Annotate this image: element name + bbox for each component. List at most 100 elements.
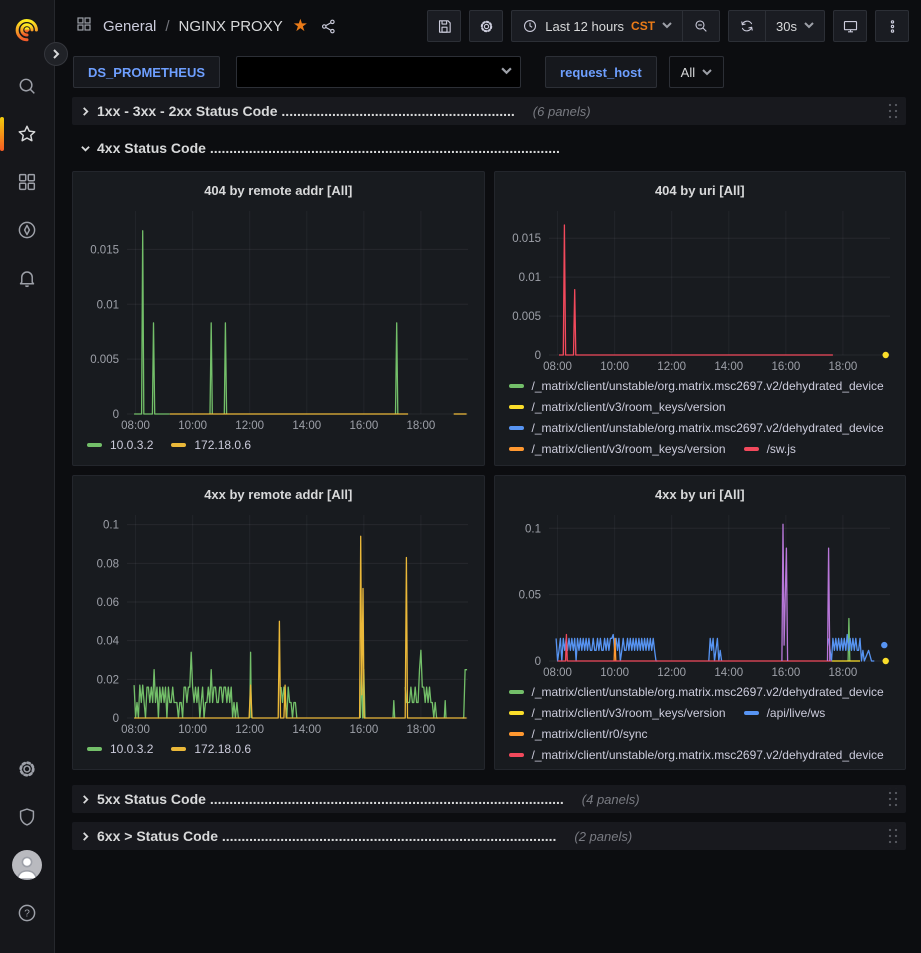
legend-item[interactable]: /_matrix/client/unstable/org.matrix.msc2… [509, 685, 884, 699]
legend-item[interactable]: 10.0.3.2 [87, 742, 153, 756]
panel-title[interactable]: 404 by remote addr [All] [81, 177, 476, 203]
svg-text:0: 0 [113, 409, 119, 421]
sidebar-item-explore[interactable] [7, 210, 47, 250]
variable-select-request-host[interactable]: All [669, 56, 724, 88]
drag-handle-icon[interactable] [886, 100, 898, 122]
svg-text:0: 0 [534, 656, 540, 668]
sidebar-item-alerting[interactable] [7, 258, 47, 298]
svg-text:10:00: 10:00 [600, 361, 629, 373]
main-area: General / NGINX PROXY ★ Last 12 hours [55, 0, 921, 953]
sidebar-item-starred[interactable] [7, 114, 47, 154]
chevron-down-icon [702, 65, 712, 80]
legend-swatch [744, 447, 759, 451]
legend-item[interactable]: /api/live/ws [744, 706, 826, 720]
open-menu-button[interactable] [44, 42, 68, 66]
drag-handle-icon[interactable] [886, 825, 898, 847]
svg-text:10:00: 10:00 [178, 420, 207, 432]
row-6xx[interactable]: 6xx > Status Code ......................… [72, 822, 906, 850]
dashboard-body: 1xx - 3xx - 2xx Status Code ............… [55, 96, 921, 953]
time-picker-group: Last 12 hours CST [511, 10, 720, 42]
panel-4xx-by-remote-addr: 4xx by remote addr [All] 08:0010:0012:00… [72, 475, 485, 770]
legend-swatch [509, 732, 524, 736]
legend-item[interactable]: /_matrix/client/unstable/org.matrix.msc2… [509, 748, 884, 762]
chart-legend: /_matrix/client/unstable/org.matrix.msc2… [503, 375, 898, 463]
row-1xx-3xx-2xx[interactable]: 1xx - 3xx - 2xx Status Code ............… [72, 97, 906, 125]
svg-text:0.005: 0.005 [512, 311, 541, 323]
svg-text:0: 0 [113, 713, 119, 725]
variable-value: All [681, 65, 695, 80]
legend-label: /sw.js [767, 442, 796, 456]
legend-label: /_matrix/client/unstable/org.matrix.msc2… [532, 685, 884, 699]
refresh-button[interactable] [729, 11, 765, 41]
legend-item[interactable]: /_matrix/client/r0/sync [509, 727, 648, 741]
time-series-chart[interactable]: 08:0010:0012:0014:0016:0018:0000.0050.01… [503, 203, 898, 375]
kebab-menu-icon[interactable] [875, 10, 909, 42]
top-navbar: General / NGINX PROXY ★ Last 12 hours [55, 0, 921, 52]
legend-swatch [744, 711, 759, 715]
svg-text:08:00: 08:00 [543, 361, 572, 373]
row-4xx[interactable]: 4xx Status Code ........................… [72, 134, 906, 162]
legend-swatch [509, 711, 524, 715]
svg-text:0.08: 0.08 [97, 558, 119, 570]
svg-text:14:00: 14:00 [714, 361, 743, 373]
dashboard-title[interactable]: NGINX PROXY [179, 18, 283, 35]
legend-item[interactable]: /_matrix/client/unstable/org.matrix.msc2… [509, 421, 884, 435]
panel-title[interactable]: 404 by uri [All] [503, 177, 898, 203]
panel-title[interactable]: 4xx by remote addr [All] [81, 481, 476, 507]
search-icon[interactable] [7, 66, 47, 106]
breadcrumb: General / NGINX PROXY [103, 18, 283, 35]
legend-item[interactable]: /_matrix/client/v3/room_keys/version [509, 706, 726, 720]
variable-label-request-host[interactable]: request_host [545, 56, 657, 88]
svg-text:16:00: 16:00 [349, 420, 378, 432]
panel-title[interactable]: 4xx by uri [All] [503, 481, 898, 507]
svg-text:18:00: 18:00 [828, 667, 857, 679]
breadcrumb-folder[interactable]: General [103, 18, 156, 35]
svg-text:12:00: 12:00 [235, 724, 264, 736]
legend-item[interactable]: /_matrix/client/v3/room_keys/version [509, 400, 726, 414]
row-5xx[interactable]: 5xx Status Code ........................… [72, 785, 906, 813]
time-series-chart[interactable]: 08:0010:0012:0014:0016:0018:0000.020.040… [81, 507, 476, 738]
svg-text:0.1: 0.1 [525, 523, 541, 535]
variable-select-datasource[interactable] [236, 56, 521, 88]
help-icon[interactable]: ? [7, 893, 47, 933]
legend-item[interactable]: 172.18.0.6 [171, 742, 251, 756]
dashboard-settings-button[interactable] [469, 10, 503, 42]
grafana-logo[interactable] [7, 10, 47, 50]
zoom-out-button[interactable] [682, 11, 719, 41]
sidebar-item-dashboards[interactable] [7, 162, 47, 202]
save-dashboard-button[interactable] [427, 10, 461, 42]
svg-text:12:00: 12:00 [235, 420, 264, 432]
legend-swatch [509, 405, 524, 409]
row-title: 4xx Status Code ........................… [97, 140, 560, 156]
svg-text:08:00: 08:00 [543, 667, 572, 679]
gear-icon[interactable] [7, 749, 47, 789]
legend-item[interactable]: /_matrix/client/v3/room_keys/version [509, 442, 726, 456]
legend-label: 10.0.3.2 [110, 742, 153, 756]
chart-legend: 10.0.3.2 172.18.0.6 [81, 738, 476, 767]
legend-label: /_matrix/client/unstable/org.matrix.msc2… [532, 421, 884, 435]
legend-item[interactable]: 172.18.0.6 [171, 438, 251, 452]
variable-label-ds-prometheus[interactable]: DS_PROMETHEUS [73, 56, 220, 88]
svg-text:0: 0 [534, 350, 540, 362]
legend-item[interactable]: /_matrix/client/unstable/org.matrix.msc2… [509, 379, 884, 393]
refresh-interval-label: 30s [776, 19, 797, 34]
chevron-down-icon [662, 17, 672, 35]
tv-mode-button[interactable] [833, 10, 867, 42]
favorite-star-icon[interactable]: ★ [293, 16, 308, 36]
drag-handle-icon[interactable] [886, 788, 898, 810]
time-range-picker[interactable]: Last 12 hours CST [512, 11, 682, 41]
legend-label: 172.18.0.6 [194, 438, 251, 452]
legend-label: /_matrix/client/v3/room_keys/version [532, 442, 726, 456]
chart-legend: /_matrix/client/unstable/org.matrix.msc2… [503, 681, 898, 767]
apps-grid-icon[interactable] [75, 15, 93, 38]
legend-item[interactable]: /sw.js [744, 442, 796, 456]
legend-item[interactable]: 10.0.3.2 [87, 438, 153, 452]
time-series-chart[interactable]: 08:0010:0012:0014:0016:0018:0000.050.1 [503, 507, 898, 681]
shield-icon[interactable] [7, 797, 47, 837]
refresh-interval-picker[interactable]: 30s [765, 11, 824, 41]
time-series-chart[interactable]: 08:0010:0012:0014:0016:0018:0000.0050.01… [81, 203, 476, 434]
avatar[interactable] [7, 845, 47, 885]
share-icon[interactable] [320, 18, 337, 35]
svg-text:0.01: 0.01 [97, 299, 119, 311]
svg-text:0.04: 0.04 [97, 636, 120, 648]
